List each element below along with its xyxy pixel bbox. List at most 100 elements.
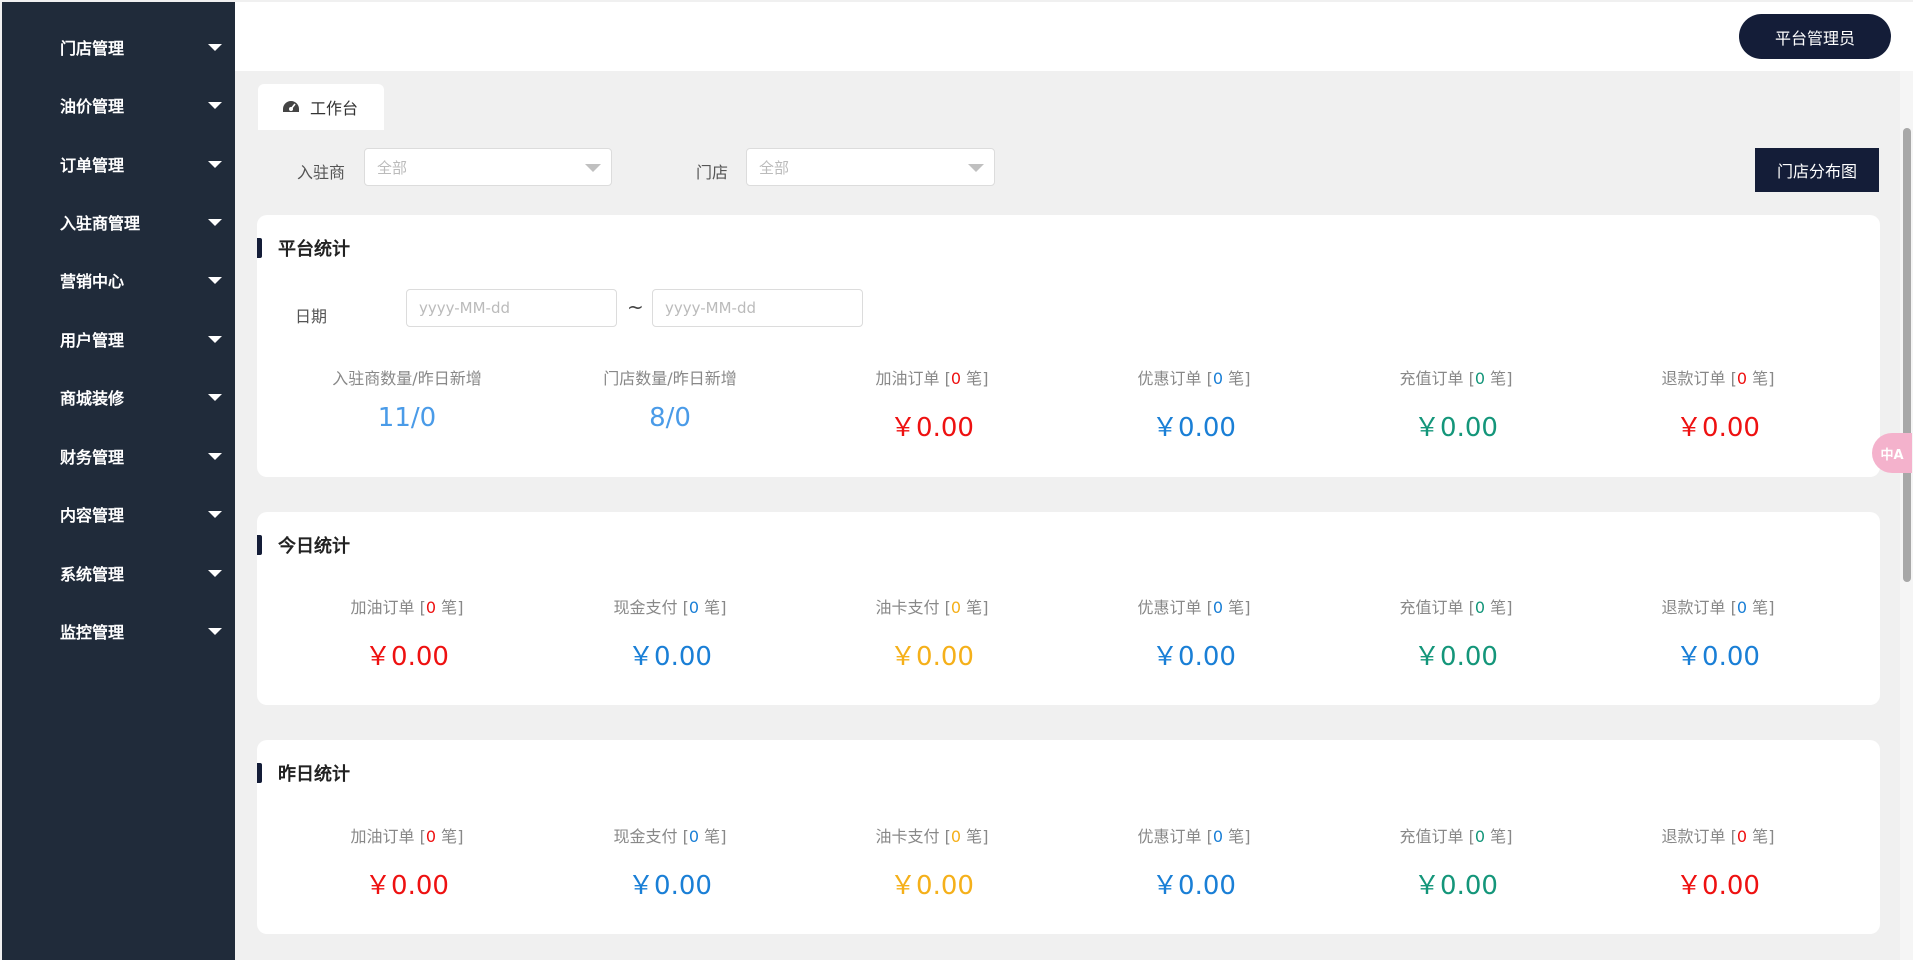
stat-refund-orders: 退款订单 [0 笔] ￥0.00 [1587,823,1849,902]
stat-name: 加油订单 [875,369,940,388]
stat-name: 现金支付 [613,827,678,846]
stat-unit: 笔 [1490,369,1507,388]
stat-discount-orders: 优惠订单 [0 笔] ￥0.00 [1063,823,1325,902]
sidebar: 门店管理 油价管理 订单管理 入驻商管理 营销中心 用户管理 商城装修 财务管理… [2,2,235,960]
stat-unit: 笔 [966,827,983,846]
stat-count: 0 [425,598,437,617]
sidebar-item-label: 财务管理 [60,448,125,467]
sidebar-item-system[interactable]: 系统管理 [2,544,235,602]
stat-count: 0 [950,369,962,388]
stat-count: 0 [688,827,700,846]
stat-fuel-card-payment: 油卡支付 [0 笔] ￥0.00 [801,823,1063,902]
stat-amount: ￥0.00 [1414,413,1498,443]
stat-count: 0 [1212,827,1224,846]
stat-cash-payment: 现金支付 [0 笔] ￥0.00 [539,594,801,673]
tab-workbench[interactable]: 工作台 [258,84,384,130]
sidebar-item-label: 内容管理 [60,506,125,525]
stat-discount-orders: 优惠订单 [0 笔] ￥0.00 [1063,365,1325,444]
start-date-input[interactable]: yyyy-MM-dd [406,289,617,327]
stat-name: 退款订单 [1661,369,1726,388]
sidebar-item-monitor[interactable]: 监控管理 [2,602,235,660]
stat-count: 0 [1736,598,1748,617]
scrollbar-thumb[interactable] [1903,128,1911,582]
caret-down-icon [208,336,222,343]
stat-label: 退款订单 [0 笔] [1661,369,1775,388]
sidebar-item-merchants[interactable]: 入驻商管理 [2,193,235,251]
stat-count: 0 [950,598,962,617]
stat-label: 充值订单 [0 笔] [1399,827,1513,846]
sidebar-item-label: 入驻商管理 [60,214,141,233]
stat-count: 0 [425,827,437,846]
stat-unit: 笔 [1490,827,1507,846]
end-date-input[interactable]: yyyy-MM-dd [652,289,863,327]
stat-fuel-orders: 加油订单 [0 笔] ￥0.00 [276,823,538,902]
stat-unit: 笔 [966,369,983,388]
stat-name: 现金支付 [613,598,678,617]
merchant-filter-label: 入驻商 [297,163,346,182]
stat-name: 退款订单 [1661,598,1726,617]
stat-amount: ￥0.00 [890,413,974,443]
stat-amount: ￥0.00 [1676,871,1760,901]
stat-label: 油卡支付 [0 笔] [875,827,989,846]
stat-unit: 笔 [1752,369,1769,388]
stat-label: 加油订单 [0 笔] [875,369,989,388]
tab-label: 工作台 [310,99,359,118]
sidebar-item-content[interactable]: 内容管理 [2,485,235,543]
stat-fuel-orders: 加油订单 [0 笔] ￥0.00 [276,594,538,673]
stat-unit: 笔 [1228,369,1245,388]
caret-down-icon [968,164,984,172]
title-accent-bar [257,238,262,258]
today-stats-title: 今日统计 [278,536,350,557]
store-select[interactable]: 全部 [746,148,995,186]
caret-down-icon [208,453,222,460]
stat-label: 加油订单 [0 笔] [350,827,464,846]
sidebar-item-oil-price[interactable]: 油价管理 [2,76,235,134]
caret-down-icon [208,161,222,168]
stat-name: 优惠订单 [1137,827,1202,846]
yesterday-stats-card: 昨日统计 加油订单 [0 笔] ￥0.00 现金支付 [0 笔] ￥0.00 油卡支… [257,740,1880,934]
translate-icon[interactable]: 中A [1872,433,1912,473]
stat-amount: ￥0.00 [365,642,449,672]
sidebar-item-orders[interactable]: 订单管理 [2,135,235,193]
stat-amount: ￥0.00 [628,871,712,901]
platform-stats-title: 平台统计 [278,239,350,260]
sidebar-item-store[interactable]: 门店管理 [2,18,235,76]
stat-count: 0 [1736,827,1748,846]
stat-recharge-orders: 充值订单 [0 笔] ￥0.00 [1325,823,1587,902]
stat-merchant-count: 入驻商数量/昨日新增 11/0 [276,365,538,433]
stat-unit: 笔 [1490,598,1507,617]
merchant-select[interactable]: 全部 [364,148,612,186]
stat-amount: ￥0.00 [1414,871,1498,901]
sidebar-item-marketing[interactable]: 营销中心 [2,251,235,309]
stat-recharge-orders: 充值订单 [0 笔] ￥0.00 [1325,594,1587,673]
caret-down-icon [208,44,222,51]
stat-label: 退款订单 [0 笔] [1661,598,1775,617]
stat-count: 0 [1212,598,1224,617]
sidebar-item-users[interactable]: 用户管理 [2,310,235,368]
caret-down-icon [208,102,222,109]
sidebar-item-finance[interactable]: 财务管理 [2,427,235,485]
stat-label: 充值订单 [0 笔] [1399,598,1513,617]
store-map-button[interactable]: 门店分布图 [1755,148,1879,192]
sidebar-item-mall-decor[interactable]: 商城装修 [2,368,235,426]
stat-unit: 笔 [441,598,458,617]
stat-count: 0 [1474,827,1486,846]
start-date-placeholder: yyyy-MM-dd [419,299,510,317]
stat-label: 优惠订单 [0 笔] [1137,827,1251,846]
stat-cash-payment: 现金支付 [0 笔] ￥0.00 [539,823,801,902]
stat-amount: ￥0.00 [1676,413,1760,443]
stat-name: 充值订单 [1399,827,1464,846]
stat-label: 加油订单 [0 笔] [350,598,464,617]
end-date-placeholder: yyyy-MM-dd [665,299,756,317]
sidebar-item-label: 商城装修 [60,389,125,408]
platform-stats-card: 平台统计 日期 yyyy-MM-dd ~ yyyy-MM-dd 入驻商数量/昨日… [257,215,1880,477]
stat-unit: 笔 [1752,827,1769,846]
stat-discount-orders: 优惠订单 [0 笔] ￥0.00 [1063,594,1325,673]
stat-refund-orders: 退款订单 [0 笔] ￥0.00 [1587,365,1849,444]
caret-down-icon [585,164,601,172]
stat-amount: ￥0.00 [1676,642,1760,672]
stat-count: 0 [950,827,962,846]
card-title: 昨日统计 [257,762,350,785]
caret-down-icon [208,570,222,577]
user-menu-button[interactable]: 平台管理员 [1739,14,1891,59]
